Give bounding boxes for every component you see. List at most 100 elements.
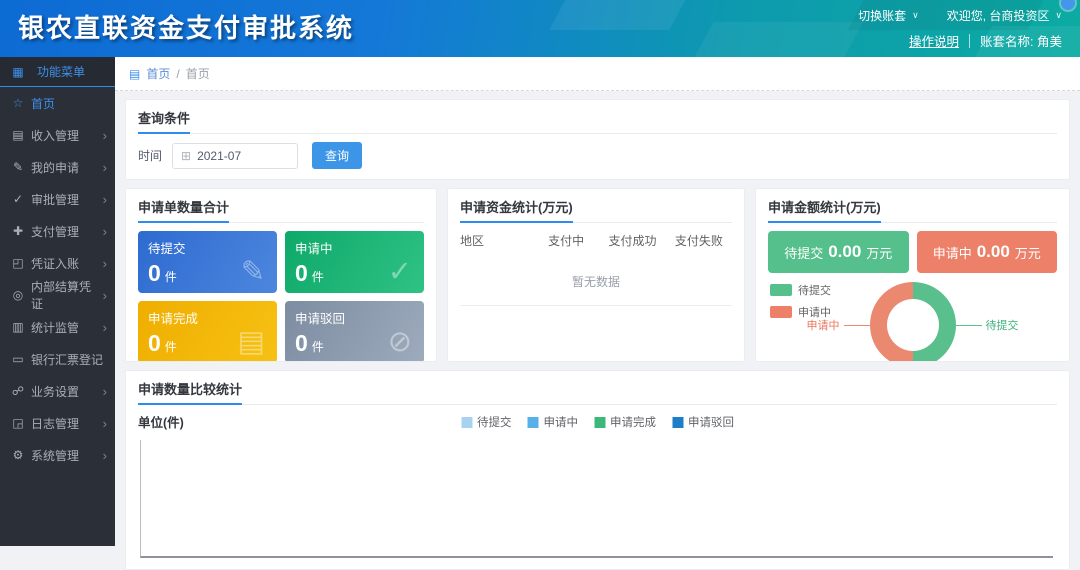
legend-label: 申请中	[798, 304, 831, 320]
table-empty-text: 暂无数据	[460, 256, 732, 306]
column-header: 地区	[460, 232, 533, 249]
month-picker-input[interactable]: ⊞ 2021-07	[172, 143, 298, 169]
sidebar-item-approval[interactable]: ✓ 审批管理 ›	[0, 183, 115, 215]
sidebar-item-my-apply[interactable]: ✎ 我的申请 ›	[0, 151, 115, 183]
card-icon: ▭	[10, 352, 26, 366]
sidebar-item-log[interactable]: ◲ 日志管理 ›	[0, 407, 115, 439]
sidebar-item-payment[interactable]: ✚ 支付管理 ›	[0, 215, 115, 247]
header-deco-shape	[549, 0, 690, 30]
sidebar-item-label: 统计监管	[31, 319, 79, 336]
stat-card-unit: 件	[312, 340, 324, 354]
donut-leader-line	[844, 325, 870, 326]
check-icon: ✓	[10, 192, 26, 206]
sidebar-item-internal-settlement[interactable]: ◎ 内部结算凭证 ›	[0, 279, 115, 311]
stat-card-unit: 件	[165, 270, 177, 284]
chevron-right-icon: ›	[103, 256, 107, 271]
column-header: 支付成功	[599, 232, 665, 249]
time-label: 时间	[138, 147, 162, 164]
comparison-panel-title: 申请数量比较统计	[138, 379, 242, 405]
breadcrumb-home-link[interactable]: 首页	[146, 65, 170, 82]
search-button[interactable]: 查询	[312, 142, 362, 169]
column-header: 支付中	[533, 232, 599, 249]
sidebar-item-home[interactable]: ☆ 首页	[0, 87, 115, 119]
sidebar-item-label: 银行汇票登记	[31, 351, 103, 368]
sidebar-item-system[interactable]: ⚙ 系统管理 ›	[0, 439, 115, 471]
stat-card-value: 0	[295, 260, 308, 286]
legend-label: 申请驳回	[688, 414, 734, 430]
stat-card-rejected: 申请驳回 0件 ⊘	[285, 301, 424, 362]
legend-item-pending-submit[interactable]: 待提交	[461, 414, 512, 430]
stat-card-unit: 件	[165, 340, 177, 354]
document-edit-icon: ✎	[241, 254, 265, 289]
funds-table-panel: 申请资金统计(万元) 地区 支付中 支付成功 支付失败 暂无数据	[447, 188, 745, 362]
sidebar-item-business-settings[interactable]: ☍ 业务设置 ›	[0, 375, 115, 407]
amount-box-pending-submit: 待提交 0.00 万元	[768, 231, 909, 273]
legend-label: 申请完成	[610, 414, 656, 430]
chevron-right-icon: ›	[103, 320, 107, 335]
sidebar-item-label: 首页	[31, 95, 55, 112]
document-icon: ▤	[10, 128, 26, 142]
sidebar-menu-header[interactable]: ▦ 功能菜单	[0, 57, 115, 87]
grid-icon: ▦	[10, 65, 26, 79]
app-header: 银农直联资金支付审批系统 切换账套 ∨ 欢迎您, 台商投资区 ∨ 操作说明 账套…	[0, 0, 1080, 57]
stat-card-completed: 申请完成 0件 ▤	[138, 301, 277, 362]
amount-box-value: 0.00	[977, 242, 1010, 262]
operation-guide-link[interactable]: 操作说明	[909, 31, 959, 50]
sidebar-menu-title: 功能菜单	[37, 63, 85, 80]
sidebar-item-income[interactable]: ▤ 收入管理 ›	[0, 119, 115, 151]
query-panel: 查询条件 时间 ⊞ 2021-07 查询	[125, 99, 1070, 180]
chevron-down-icon: ∨	[1055, 10, 1062, 21]
legend-item-completed[interactable]: 申请完成	[594, 414, 656, 430]
legend-swatch	[770, 284, 792, 296]
target-icon: ◎	[10, 288, 26, 302]
breadcrumb: ▤ 首页 / 首页	[115, 57, 1080, 91]
sidebar-item-label: 支付管理	[31, 223, 79, 240]
app-title: 银农直联资金支付审批系统	[18, 0, 354, 57]
sidebar-item-label: 我的申请	[31, 159, 79, 176]
chevron-right-icon: ›	[103, 416, 107, 431]
sidebar-item-voucher-entry[interactable]: ◰ 凭证入账 ›	[0, 247, 115, 279]
breadcrumb-current: 首页	[186, 65, 210, 82]
notification-dot[interactable]	[1061, 0, 1075, 10]
link-icon: ☍	[10, 384, 26, 398]
stat-card-value: 0	[295, 330, 308, 356]
legend-item-rejected[interactable]: 申请驳回	[672, 414, 734, 430]
stat-card-in-progress: 申请中 0件 ✓	[285, 231, 424, 293]
header-deco-shape	[687, 22, 864, 57]
donut-chart	[870, 282, 956, 362]
chevron-right-icon: ›	[103, 448, 107, 463]
legend-label: 申请中	[544, 414, 579, 430]
main-area: ▤ 首页 / 首页 查询条件 时间 ⊞ 2021-07 查询 申请单数量合计	[115, 57, 1080, 546]
sidebar-item-label: 系统管理	[31, 447, 79, 464]
sidebar-item-label: 收入管理	[31, 127, 79, 144]
amount-box-unit: 万元	[1015, 243, 1041, 262]
stat-card-unit: 件	[312, 270, 324, 284]
sidebar-item-label: 内部结算凭证	[31, 278, 103, 312]
legend-label: 待提交	[798, 282, 831, 298]
document-reject-icon: ⊘	[388, 324, 412, 359]
legend-label: 待提交	[477, 414, 512, 430]
divider	[969, 34, 970, 48]
amount-box-value: 0.00	[828, 242, 861, 262]
switch-account-link[interactable]: 切换账套	[858, 7, 906, 24]
table-header-row: 地区 支付中 支付成功 支付失败	[460, 223, 732, 256]
sidebar-item-bank-draft[interactable]: ▭ 银行汇票登记	[0, 343, 115, 375]
chevron-right-icon: ›	[103, 224, 107, 239]
y-axis-unit-label: 单位(件)	[138, 416, 184, 430]
amount-panel-title: 申请金额统计(万元)	[768, 197, 881, 223]
amount-stats-panel: 申请金额统计(万元) 待提交 0.00 万元 申请中 0.00 万元	[755, 188, 1070, 362]
welcome-account-dropdown[interactable]: 欢迎您, 台商投资区	[947, 7, 1050, 24]
legend-swatch	[528, 417, 539, 428]
cross-icon: ✚	[10, 224, 26, 238]
summary-panel-title: 申请单数量合计	[138, 197, 229, 223]
month-picker-value: 2021-07	[197, 149, 241, 163]
summary-cards-panel: 申请单数量合计 待提交 0件 ✎ 申请中 0件 ✓ 申请完成 0件	[125, 188, 437, 362]
account-name-text: 账套名称: 角美	[980, 31, 1062, 50]
comparison-chart-panel: 申请数量比较统计 单位(件) 待提交 申请中 申请完成 申请驳回	[125, 370, 1070, 570]
amount-box-in-progress: 申请中 0.00 万元	[917, 231, 1058, 273]
sidebar-item-stats-supervision[interactable]: ▥ 统计监管 ›	[0, 311, 115, 343]
bar-chart-plot-area	[140, 440, 1053, 558]
briefcase-icon: ◰	[10, 256, 26, 270]
legend-item-in-progress[interactable]: 申请中	[528, 414, 579, 430]
chevron-right-icon: ›	[103, 288, 107, 303]
